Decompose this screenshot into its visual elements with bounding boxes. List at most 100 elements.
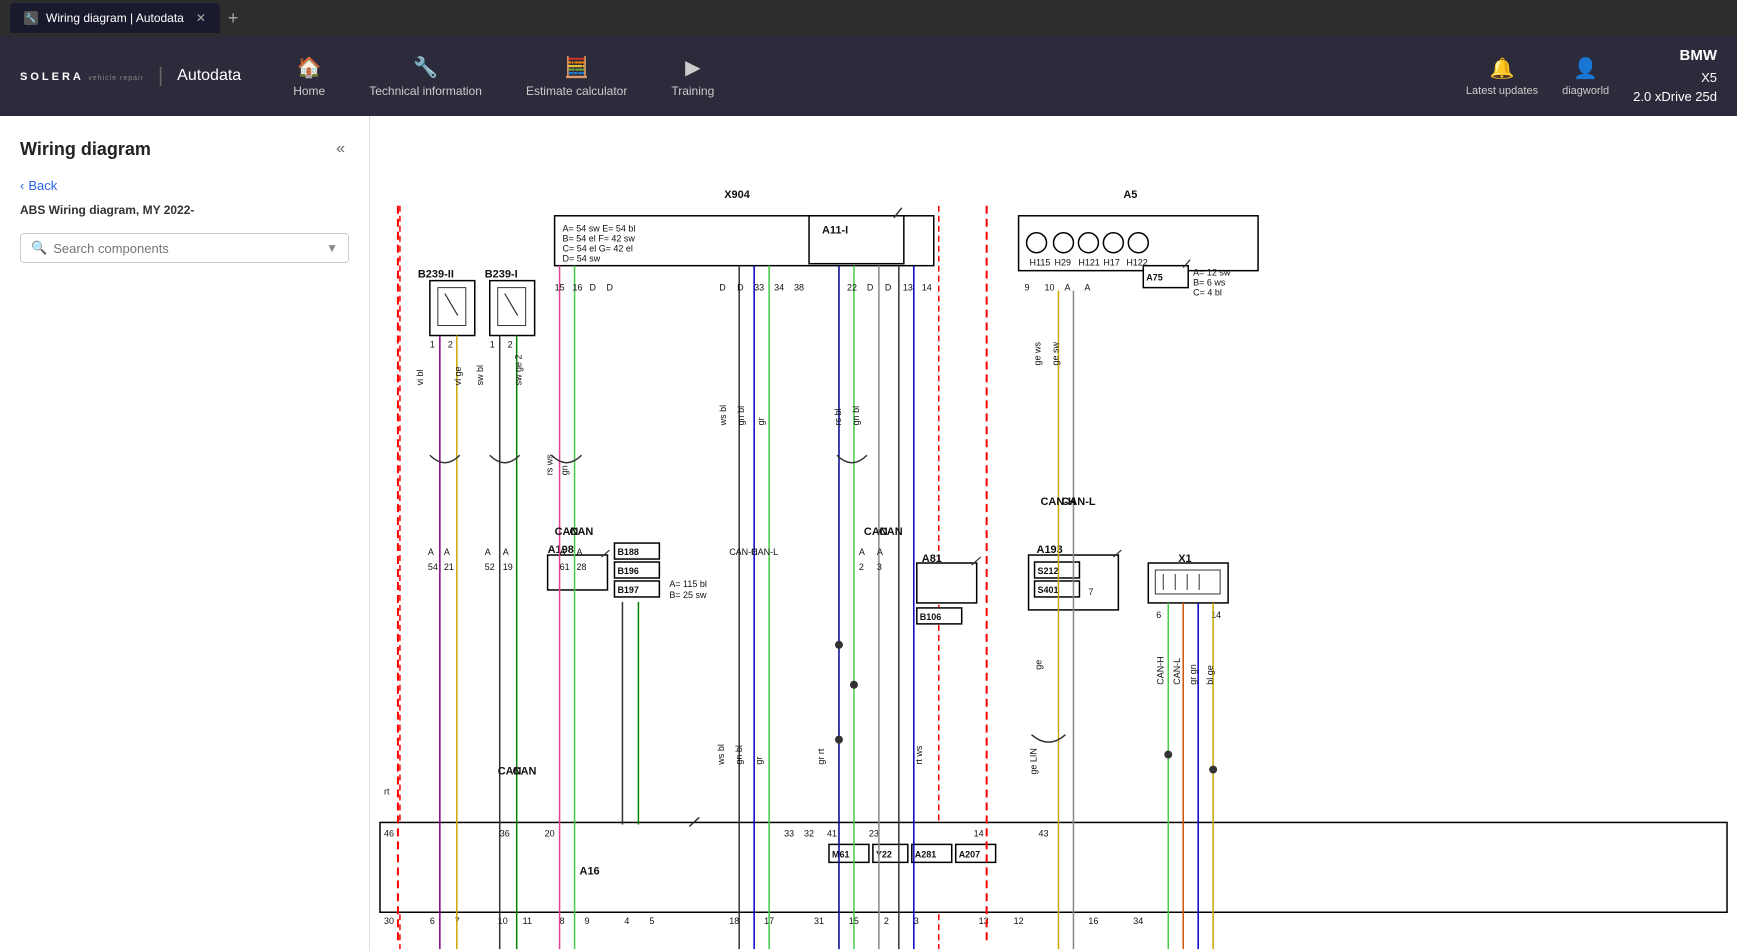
- vehicle-info: BMW X5 2.0 xDrive 25d: [1633, 45, 1717, 107]
- svg-text:ge LIN: ge LIN: [1029, 748, 1039, 774]
- svg-text:A: A: [577, 547, 583, 557]
- back-label: Back: [28, 178, 57, 193]
- nav-items: 🏠 Home 🔧 Technical information 🧮 Estimat…: [271, 36, 1466, 116]
- browser-tab-bar: 🔧 Wiring diagram | Autodata ✕ +: [0, 0, 1737, 36]
- svg-text:10: 10: [1045, 283, 1055, 293]
- user-icon: 👤: [1573, 56, 1598, 81]
- brand-subtitle: vehicle repair: [88, 75, 144, 82]
- svg-text:D: D: [606, 283, 613, 293]
- dropdown-arrow-icon[interactable]: ▼: [326, 241, 338, 255]
- nav-right: 🔔 Latest updates 👤 diagworld BMW X5 2.0 …: [1466, 45, 1717, 107]
- svg-text:B239-I: B239-I: [485, 269, 518, 281]
- logo-area: SOLERA vehicle repair | Autodata: [20, 65, 241, 88]
- svg-text:30: 30: [384, 916, 394, 926]
- sidebar-collapse-button[interactable]: «: [332, 136, 349, 162]
- svg-text:54: 54: [428, 562, 438, 572]
- svg-text:9: 9: [585, 916, 590, 926]
- svg-text:ge sw: ge sw: [1050, 342, 1060, 366]
- svg-text:5: 5: [649, 916, 654, 926]
- svg-text:M61: M61: [832, 849, 849, 859]
- svg-text:gr: gr: [754, 757, 764, 765]
- svg-text:rs bl: rs bl: [833, 408, 843, 425]
- svg-text:1: 1: [430, 339, 435, 349]
- svg-text:28: 28: [577, 562, 587, 572]
- active-tab[interactable]: 🔧 Wiring diagram | Autodata ✕: [10, 3, 220, 33]
- svg-text:CAN: CAN: [570, 526, 594, 538]
- nav-estimate-calculator[interactable]: 🧮 Estimate calculator: [504, 36, 649, 116]
- svg-text:CAN-L: CAN-L: [751, 547, 778, 557]
- svg-text:A281: A281: [915, 849, 936, 859]
- svg-text:9: 9: [1025, 283, 1030, 293]
- search-input[interactable]: [53, 241, 320, 256]
- svg-text:gr: gr: [756, 417, 766, 425]
- diagworld-button[interactable]: 👤 diagworld: [1562, 56, 1609, 97]
- tab-close-button[interactable]: ✕: [196, 11, 206, 25]
- svg-text:6: 6: [430, 916, 435, 926]
- svg-text:A: A: [503, 547, 509, 557]
- svg-text:CAN-L: CAN-L: [1061, 496, 1095, 508]
- svg-text:46: 46: [384, 828, 394, 838]
- svg-text:ws bl: ws bl: [716, 744, 726, 765]
- latest-updates-button[interactable]: 🔔 Latest updates: [1466, 56, 1538, 97]
- svg-text:A207: A207: [959, 849, 980, 859]
- search-container: 🔍 ▼: [20, 233, 349, 263]
- svg-text:14: 14: [974, 828, 984, 838]
- svg-text:38: 38: [794, 283, 804, 293]
- svg-text:2: 2: [884, 916, 889, 926]
- svg-text:gn: gn: [560, 465, 570, 475]
- svg-text:A= 12 sw: A= 12 sw: [1193, 268, 1231, 278]
- svg-text:rt: rt: [384, 787, 390, 797]
- new-tab-button[interactable]: +: [228, 8, 239, 29]
- svg-text:D: D: [719, 283, 726, 293]
- svg-text:ws bl: ws bl: [718, 405, 728, 426]
- back-button[interactable]: ‹ Back: [20, 178, 349, 193]
- nav-training[interactable]: ▶ Training: [649, 36, 736, 116]
- brand-name: SOLERA: [20, 71, 84, 83]
- svg-text:B196: B196: [617, 566, 638, 576]
- svg-text:A= 54 sw E= 54 bl: A= 54 sw E= 54 bl: [563, 224, 636, 234]
- svg-text:34: 34: [774, 283, 784, 293]
- svg-text:A: A: [444, 547, 450, 557]
- svg-text:7: 7: [1088, 587, 1093, 597]
- svg-text:C= 54 el G= 42 el: C= 54 el G= 42 el: [563, 244, 633, 254]
- svg-text:43: 43: [1039, 828, 1049, 838]
- main-content: Wiring diagram « ‹ Back ABS Wiring diagr…: [0, 116, 1737, 951]
- svg-text:A: A: [877, 547, 883, 557]
- nav-home[interactable]: 🏠 Home: [271, 36, 347, 116]
- search-icon: 🔍: [31, 240, 47, 256]
- logo-divider: |: [158, 65, 163, 88]
- nav-technical-information[interactable]: 🔧 Technical information: [347, 36, 504, 116]
- svg-text:CAN: CAN: [513, 766, 537, 778]
- svg-text:2: 2: [508, 339, 513, 349]
- svg-text:sw ge 2: sw ge 2: [514, 354, 524, 385]
- vehicle-variant: 2.0 xDrive 25d: [1633, 87, 1717, 107]
- tab-label: Wiring diagram | Autodata: [46, 11, 184, 25]
- svg-text:A16: A16: [580, 865, 600, 877]
- svg-text:gn bl: gn bl: [851, 406, 861, 425]
- svg-text:1: 1: [490, 339, 495, 349]
- svg-text:gn bl: gn bl: [734, 745, 744, 764]
- svg-text:3: 3: [877, 562, 882, 572]
- svg-text:2: 2: [448, 339, 453, 349]
- svg-text:6: 6: [1156, 610, 1161, 620]
- nav-training-label: Training: [671, 84, 714, 98]
- vehicle-model: X5: [1633, 68, 1717, 88]
- home-icon: 🏠: [297, 55, 322, 80]
- wrench-icon: 🔧: [413, 55, 438, 80]
- svg-text:18: 18: [729, 916, 739, 926]
- nav-home-label: Home: [293, 84, 325, 98]
- svg-text:A= 115 bl: A= 115 bl: [669, 579, 706, 589]
- svg-text:S212: S212: [1038, 566, 1059, 576]
- svg-text:B106: B106: [920, 612, 941, 622]
- svg-text:A: A: [1064, 283, 1070, 293]
- sidebar: Wiring diagram « ‹ Back ABS Wiring diagr…: [0, 116, 370, 951]
- svg-text:ge ws: ge ws: [1033, 342, 1043, 366]
- svg-text:20: 20: [545, 828, 555, 838]
- svg-text:B197: B197: [617, 585, 638, 595]
- svg-text:A5: A5: [1123, 189, 1137, 201]
- svg-text:21: 21: [444, 562, 454, 572]
- svg-text:X1: X1: [1178, 553, 1191, 565]
- svg-text:4: 4: [624, 916, 629, 926]
- svg-text:X904: X904: [724, 189, 751, 201]
- diagworld-label: diagworld: [1562, 85, 1609, 97]
